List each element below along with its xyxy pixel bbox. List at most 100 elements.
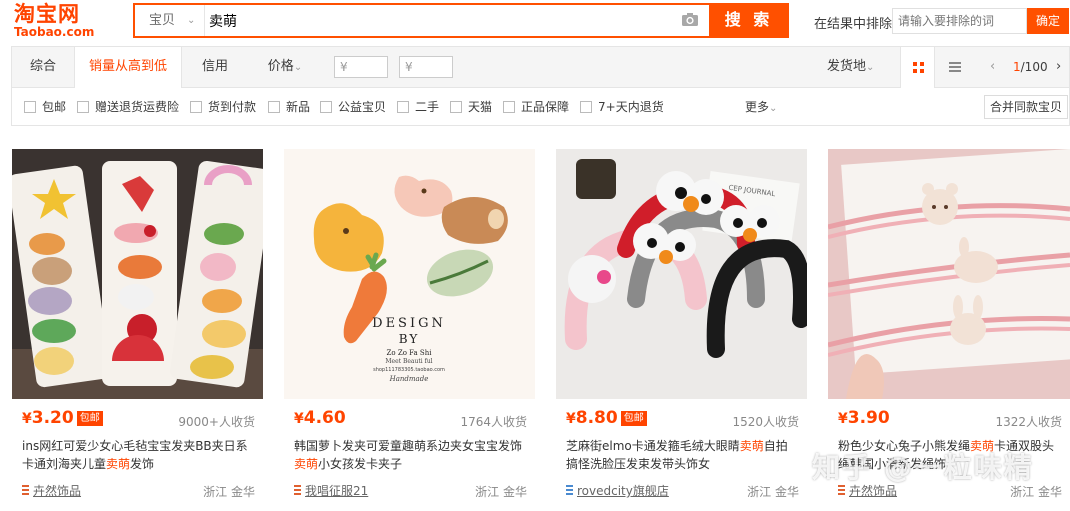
filter-area: 综合 销量从高到低 信用 价格⌄ ¥ - ¥ 发货地⌄ ‹ 1/100 › 包邮…: [11, 46, 1070, 126]
shop-link[interactable]: rovedcity旗舰店: [566, 482, 669, 499]
checkbox[interactable]: [190, 101, 202, 113]
product-image[interactable]: [828, 149, 1070, 399]
image-text-slogan: Meet Beauti ful: [385, 358, 432, 365]
title-text: 芝麻街elmo卡通发箍毛绒大眼睛: [566, 439, 740, 453]
sort-tab-default[interactable]: 综合: [12, 47, 74, 87]
product-image[interactable]: DESIGN BY Zo Zo Fa Shi Meet Beauti ful s…: [284, 149, 535, 399]
filter-return-insurance[interactable]: 赠送退货运费险: [77, 98, 179, 116]
filter-cod[interactable]: 货到付款: [190, 98, 256, 116]
checkbox[interactable]: [580, 101, 592, 113]
image-text-handmade: Handmade: [389, 375, 429, 383]
filter-charity[interactable]: 公益宝贝: [320, 98, 386, 116]
search-box: 宝贝 ⌄ 搜 索: [133, 3, 789, 38]
filter-new[interactable]: 新品: [268, 98, 310, 116]
product-title[interactable]: 韩国萝卜发夹可爱童趣萌系边夹女宝宝发饰卖萌小女孩发卡夹子: [294, 437, 526, 475]
location-filter[interactable]: 发货地⌄: [827, 47, 874, 87]
product-price: ¥8.80 包邮: [566, 408, 647, 428]
price-value: 4.60: [303, 408, 346, 428]
shop-icon: [838, 485, 845, 495]
product-title[interactable]: 芝麻街elmo卡通发箍毛绒大眼睛卖萌自拍搞怪洗脸压发束发带头饰女: [566, 437, 798, 475]
title-text: 发饰: [130, 457, 155, 471]
shop-icon: [566, 485, 573, 495]
logo-cn: 淘宝网: [14, 2, 80, 26]
checkbox[interactable]: [450, 101, 462, 113]
shop-name: 卉然饰品: [849, 484, 898, 498]
filter-genuine[interactable]: 正品保障: [503, 98, 569, 116]
image-text-by: BY: [399, 332, 420, 346]
header: 淘宝网 Taobao.com 宝贝 ⌄ 搜 索 在结果中排除 确定: [0, 0, 1070, 46]
checkbox[interactable]: [397, 101, 409, 113]
chevron-right-icon[interactable]: ›: [1056, 47, 1061, 87]
checkbox[interactable]: [320, 101, 332, 113]
filter-label: 二手: [415, 100, 440, 114]
product-location: 浙江 金华: [203, 485, 255, 499]
price-value: 3.20: [31, 408, 74, 428]
search-button[interactable]: 搜 索: [709, 3, 789, 38]
currency-symbol: ¥: [294, 411, 304, 427]
exclude-label: 在结果中排除: [814, 17, 893, 32]
exclude-input[interactable]: [892, 8, 1027, 34]
checkbox[interactable]: [77, 101, 89, 113]
checkbox[interactable]: [503, 101, 515, 113]
grid-view-icon[interactable]: [900, 47, 935, 88]
filter-checkbox-row: 包邮 赠送退货运费险 货到付款 新品 公益宝贝 二手 天猫 正品保障 7+天内退…: [12, 88, 1069, 125]
shop-name: 卉然饰品: [33, 484, 82, 498]
chevron-left-icon[interactable]: ‹: [990, 47, 995, 87]
image-text-brand: Zo Zo Fa Shi: [387, 349, 433, 357]
price-value: 8.80: [575, 408, 618, 428]
exclude-confirm-button[interactable]: 确定: [1027, 8, 1069, 34]
merge-same-button[interactable]: 合并同款宝贝: [984, 95, 1068, 119]
sort-tab-credit[interactable]: 信用: [190, 47, 240, 87]
sales-count: 1520人收货: [732, 415, 799, 429]
shop-link[interactable]: 我唱征服21: [294, 482, 368, 499]
checkbox[interactable]: [268, 101, 280, 113]
more-filters-label: 更多: [745, 100, 770, 114]
title-text: 小女孩发卡夹子: [318, 457, 403, 471]
shop-icon: [22, 485, 29, 495]
sort-tab-price[interactable]: 价格⌄: [260, 47, 310, 87]
search-scope-select[interactable]: 宝贝 ⌄: [135, 5, 205, 36]
filter-label: 赠送退货运费险: [95, 100, 180, 114]
chevron-down-icon: ⌄: [866, 62, 875, 73]
product-location: 浙江 金华: [747, 485, 799, 499]
chevron-down-icon: ⌄: [187, 15, 196, 26]
product-card[interactable]: ¥3.20 包邮 9000+人收货 ins网红可爱少女心毛毡宝宝发夹BB夹日系卡通…: [12, 149, 263, 511]
filter-label: 7+天内退货: [598, 100, 664, 114]
taobao-logo[interactable]: 淘宝网 Taobao.com: [14, 3, 114, 41]
product-card[interactable]: DESIGN BY Zo Zo Fa Shi Meet Beauti ful s…: [284, 149, 535, 511]
image-text-shop-url: shop111783305.taobao.com: [373, 367, 445, 373]
sales-count: 9000+人收货: [178, 415, 255, 429]
product-title[interactable]: ins网红可爱少女心毛毡宝宝发夹BB夹日系卡通刘海夹儿童卖萌发饰: [22, 437, 254, 475]
list-view-icon[interactable]: [936, 47, 974, 87]
free-shipping-badge: 包邮: [76, 411, 103, 426]
search-scope-label: 宝贝: [149, 13, 176, 28]
shop-link[interactable]: 卉然饰品: [22, 482, 81, 499]
shop-name: rovedcity旗舰店: [577, 484, 669, 498]
free-shipping-badge: 包邮: [620, 411, 647, 426]
search-input[interactable]: [209, 9, 669, 32]
filter-7day-return[interactable]: 7+天内退货: [580, 98, 664, 116]
product-card[interactable]: CEP JOURNAL ¥8.80 包邮 1520人收货 芝麻街elmo卡通发箍毛…: [556, 149, 807, 511]
chevron-down-icon: ⌄: [769, 103, 778, 114]
checkbox[interactable]: [24, 101, 36, 113]
filter-label: 包邮: [42, 100, 67, 114]
title-text: 韩国萝卜发夹可爱童趣萌系边夹女宝宝发饰: [294, 439, 523, 453]
filter-second-hand[interactable]: 二手: [397, 98, 439, 116]
title-highlight: 卖萌: [294, 457, 319, 471]
camera-icon[interactable]: [681, 12, 699, 27]
product-image[interactable]: CEP JOURNAL: [556, 149, 807, 399]
filter-label: 公益宝贝: [338, 100, 387, 114]
filter-tmall[interactable]: 天猫: [450, 98, 492, 116]
product-image[interactable]: [12, 149, 263, 399]
more-filters[interactable]: 更多⌄: [745, 98, 777, 115]
filter-free-shipping[interactable]: 包邮: [24, 98, 66, 116]
price-min-input[interactable]: ¥: [334, 56, 388, 78]
filter-label: 天猫: [468, 100, 493, 114]
shop-name: 我唱征服21: [305, 484, 369, 498]
sort-tab-sales[interactable]: 销量从高到低: [74, 47, 182, 88]
price-max-input[interactable]: ¥: [399, 56, 453, 78]
sales-count: 1322人收货: [995, 415, 1062, 429]
product-price: ¥4.60: [294, 408, 346, 428]
currency-symbol: ¥: [566, 411, 576, 427]
currency-symbol: ¥: [838, 411, 848, 427]
